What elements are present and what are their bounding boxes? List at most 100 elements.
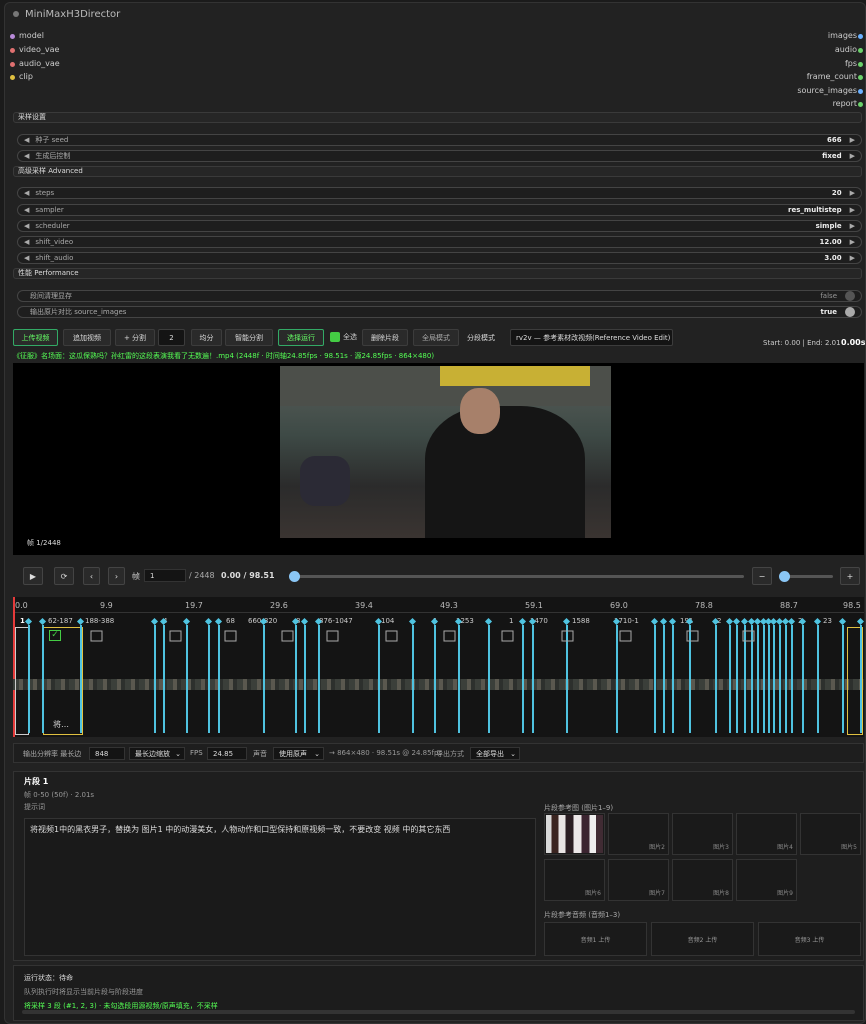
output-frame-count[interactable]: frame_count xyxy=(807,71,863,83)
split-handle-icon[interactable] xyxy=(291,617,300,626)
input-clip[interactable]: clip xyxy=(10,71,33,83)
shift-audio-widget[interactable]: ◀ shift_audio 3.00 ▶ xyxy=(17,252,862,264)
selected-run-button[interactable]: 选择运行 xyxy=(278,329,324,346)
split-marker[interactable] xyxy=(412,625,414,733)
play-icon[interactable]: ▶ xyxy=(23,567,43,585)
ref-image-2[interactable]: 图片2 xyxy=(608,813,669,855)
control-after-generate-widget[interactable]: ◀ 生成后控制 fixed ▶ xyxy=(17,150,862,162)
output-source-images[interactable]: source_images xyxy=(797,85,863,97)
output-socket-icon[interactable] xyxy=(858,34,863,39)
split-marker[interactable] xyxy=(318,625,320,733)
increment-arrow-icon[interactable]: ▶ xyxy=(850,152,855,160)
zoom-slider[interactable] xyxy=(779,571,833,582)
resolution-input[interactable]: 848 xyxy=(89,747,125,760)
split-handle-icon[interactable] xyxy=(528,617,537,626)
split-marker[interactable] xyxy=(218,625,220,733)
delete-segment-button[interactable]: 删除片段 xyxy=(362,329,408,346)
split-marker[interactable] xyxy=(768,625,770,733)
split-handle-icon[interactable] xyxy=(798,617,807,626)
split-marker[interactable] xyxy=(729,625,731,733)
split-marker[interactable] xyxy=(80,625,82,733)
split-marker[interactable] xyxy=(715,625,717,733)
split-handle-icon[interactable] xyxy=(787,617,796,626)
prev-frame-icon[interactable]: ‹ xyxy=(83,567,100,585)
split-marker[interactable] xyxy=(757,625,759,733)
free-vram-toggle[interactable]: 段间清理显存 false xyxy=(17,290,862,302)
split-handle-icon[interactable] xyxy=(430,617,439,626)
split-marker[interactable] xyxy=(208,625,210,733)
mode-select[interactable]: rv2v — 参考素材改视频(Reference Video Edit) xyxy=(510,329,673,346)
next-frame-icon[interactable]: › xyxy=(108,567,125,585)
split-handle-icon[interactable] xyxy=(856,617,864,626)
loop-icon[interactable]: ⟳ xyxy=(54,567,74,585)
ref-audio-3-upload[interactable]: 音频3 上传 xyxy=(758,922,861,956)
split-handle-icon[interactable] xyxy=(38,617,47,626)
video-preview[interactable]: 帧 1/2448 xyxy=(13,363,864,555)
zoom-in-icon[interactable]: + xyxy=(840,567,860,585)
split-handle-icon[interactable] xyxy=(725,617,734,626)
increment-arrow-icon[interactable]: ▶ xyxy=(850,238,855,246)
split-handle-icon[interactable] xyxy=(454,617,463,626)
split-handle-icon[interactable] xyxy=(259,617,268,626)
split-handle-icon[interactable] xyxy=(182,617,191,626)
split-handle-icon[interactable] xyxy=(204,617,213,626)
ref-audio-2-upload[interactable]: 音频2 上传 xyxy=(651,922,754,956)
split-marker[interactable] xyxy=(304,625,306,733)
scheduler-widget[interactable]: ◀ scheduler simple ▶ xyxy=(17,220,862,232)
split-handle-icon[interactable] xyxy=(314,617,323,626)
increment-arrow-icon[interactable]: ▶ xyxy=(850,206,855,214)
split-marker[interactable] xyxy=(785,625,787,733)
input-socket-icon[interactable] xyxy=(10,34,15,39)
split-handle-icon[interactable] xyxy=(518,617,527,626)
ref-image-1[interactable] xyxy=(544,813,605,855)
split-marker[interactable] xyxy=(663,625,665,733)
split-marker[interactable] xyxy=(532,625,534,733)
seek-slider[interactable] xyxy=(289,571,744,582)
toggle-on-icon[interactable] xyxy=(845,307,855,317)
split-handle-icon[interactable] xyxy=(732,617,741,626)
input-socket-icon[interactable] xyxy=(10,75,15,80)
output-compare-toggle[interactable]: 输出原片对比 source_images true xyxy=(17,306,862,318)
split-marker[interactable] xyxy=(458,625,460,733)
input-audio-vae[interactable]: audio_vae xyxy=(10,58,60,70)
split-marker[interactable] xyxy=(616,625,618,733)
segment-checkbox[interactable] xyxy=(686,630,699,642)
append-video-button[interactable]: 追加视频 xyxy=(63,329,111,346)
split-handle-icon[interactable] xyxy=(374,617,383,626)
split-handle-icon[interactable] xyxy=(838,617,847,626)
output-socket-icon[interactable] xyxy=(858,102,863,107)
split-handle-icon[interactable] xyxy=(76,617,85,626)
segment-checkbox[interactable] xyxy=(501,630,514,642)
section-advanced[interactable]: 高级采样 Advanced xyxy=(13,166,862,177)
steps-widget[interactable]: ◀ steps 20 ▶ xyxy=(17,187,862,199)
output-audio[interactable]: audio xyxy=(835,44,863,56)
split-marker[interactable] xyxy=(378,625,380,733)
scale-mode-select[interactable]: 最长边缩放 ⌄ xyxy=(129,747,185,760)
increment-arrow-icon[interactable]: ▶ xyxy=(850,136,855,144)
split-marker[interactable] xyxy=(522,625,524,733)
output-socket-icon[interactable] xyxy=(858,62,863,67)
split-marker[interactable] xyxy=(779,625,781,733)
zoom-out-icon[interactable]: − xyxy=(752,567,772,585)
sampler-widget[interactable]: ◀ sampler res_multistep ▶ xyxy=(17,204,862,216)
export-mode-select[interactable]: 全部导出 ⌄ xyxy=(470,747,520,760)
split-marker[interactable] xyxy=(860,625,862,733)
zoom-handle[interactable] xyxy=(779,571,790,582)
ref-image-9[interactable]: 图片9 xyxy=(736,859,797,901)
node-title-bar[interactable]: MiniMaxH3Director xyxy=(5,3,865,25)
ref-audio-1-upload[interactable]: 音频1 上传 xyxy=(544,922,647,956)
segment-checkbox[interactable] xyxy=(281,630,294,642)
output-report[interactable]: report xyxy=(833,98,863,110)
segment-mode-label[interactable]: 分段模式 xyxy=(467,333,495,343)
audio-select[interactable]: 使用原声 ⌄ xyxy=(273,747,324,760)
segment-checkbox[interactable] xyxy=(224,630,237,642)
seed-widget[interactable]: ◀ 种子 seed 666 ▶ xyxy=(17,134,862,146)
section-performance[interactable]: 性能 Performance xyxy=(13,268,862,279)
split-marker[interactable] xyxy=(672,625,674,733)
output-images[interactable]: images xyxy=(828,30,863,42)
split-marker[interactable] xyxy=(488,625,490,733)
ref-image-7[interactable]: 图片7 xyxy=(608,859,669,901)
output-socket-icon[interactable] xyxy=(858,75,863,80)
section-sampling[interactable]: 采样设置 xyxy=(13,112,862,123)
split-marker[interactable] xyxy=(773,625,775,733)
